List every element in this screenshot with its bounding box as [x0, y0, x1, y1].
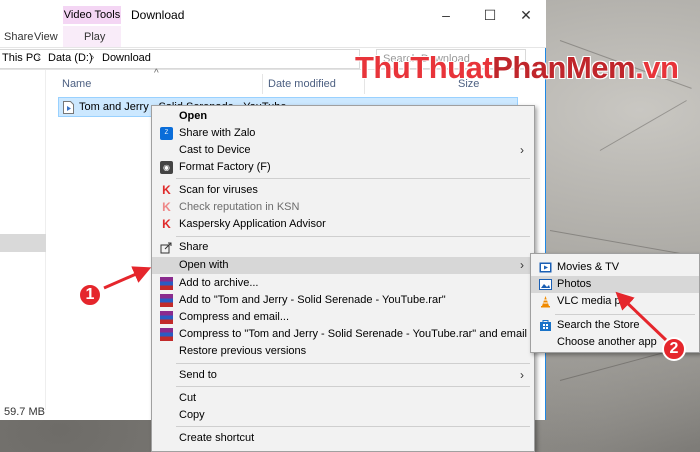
arrow-step-2 [615, 291, 668, 342]
annotation-arrows [103, 266, 668, 342]
step-badge-2: 2 [662, 337, 686, 361]
step-badge-1: 1 [78, 283, 102, 307]
arrow-step-1 [103, 266, 152, 290]
